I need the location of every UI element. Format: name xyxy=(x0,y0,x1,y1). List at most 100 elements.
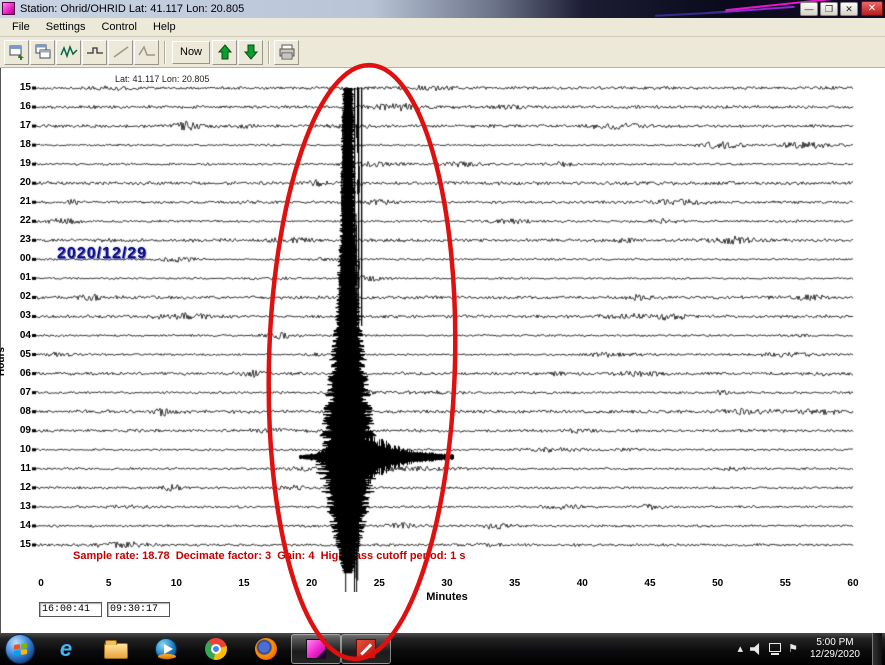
minute-tick-label: 0 xyxy=(27,578,55,589)
hour-label: 11 xyxy=(5,463,31,474)
start-time-field[interactable] xyxy=(39,602,102,617)
close-button[interactable]: ✕ xyxy=(840,2,858,16)
minute-tick-label: 50 xyxy=(704,578,732,589)
hour-label: 14 xyxy=(5,520,31,531)
windows-logo-icon xyxy=(14,643,27,656)
media-player-icon xyxy=(155,638,177,660)
folder-icon xyxy=(104,643,128,659)
system-tray: ▴ ⚑ 5:00 PM 12/29/2020 xyxy=(738,633,885,665)
desktop: Station: Ohrid/OHRID Lat: 41.117 Lon: 20… xyxy=(0,0,885,665)
taskbar-media-player[interactable] xyxy=(141,633,191,665)
minute-tick-label: 25 xyxy=(365,578,393,589)
minimize-button[interactable]: — xyxy=(800,2,818,16)
diagonal-trace-button[interactable] xyxy=(108,40,133,65)
scale-up-icon xyxy=(216,43,234,61)
network-icon[interactable] xyxy=(769,643,781,652)
hour-label: 13 xyxy=(5,501,31,512)
hour-label: 16 xyxy=(5,101,31,112)
taskbar-seismograph-app[interactable] xyxy=(291,634,341,664)
clock-date: 12/29/2020 xyxy=(810,649,860,661)
now-button[interactable]: Now xyxy=(172,41,210,64)
menu-settings[interactable]: Settings xyxy=(38,19,94,35)
action-center-flag-icon[interactable]: ⚑ xyxy=(788,643,798,655)
clock-time: 5:00 PM xyxy=(810,637,860,649)
hour-label: 03 xyxy=(5,310,31,321)
hour-label: 05 xyxy=(5,349,31,360)
peak-trace-icon xyxy=(138,43,156,61)
minute-tick-label: 60 xyxy=(839,578,867,589)
app-icon xyxy=(2,2,15,15)
waveform-icon xyxy=(60,43,78,61)
window-title: Station: Ohrid/OHRID Lat: 41.117 Lon: 20… xyxy=(20,3,244,15)
flat-trace-icon xyxy=(86,43,104,61)
app-window: Station: Ohrid/OHRID Lat: 41.117 Lon: 20… xyxy=(0,0,885,633)
hour-label: 09 xyxy=(5,425,31,436)
diagonal-trace-icon xyxy=(112,43,130,61)
hour-label: 12 xyxy=(5,482,31,493)
start-button[interactable] xyxy=(5,634,35,664)
desktop-streak xyxy=(655,11,725,17)
hour-label: 19 xyxy=(5,158,31,169)
hour-label: 15 xyxy=(5,82,31,93)
status-line: Sample rate: 18.78 Decimate factor: 3 Ga… xyxy=(73,550,465,562)
helicorder-plot: Lat: 41.117 Lon: 20.805 Hours 2020/12/29… xyxy=(0,68,885,633)
show-desktop-button[interactable] xyxy=(872,633,882,665)
scale-up-button[interactable] xyxy=(212,40,237,65)
flat-trace-button[interactable] xyxy=(82,40,107,65)
taskbar-file-explorer[interactable] xyxy=(91,633,141,665)
minute-tick-label: 30 xyxy=(433,578,461,589)
maximize-button[interactable]: ❐ xyxy=(820,2,838,16)
peak-trace-button[interactable] xyxy=(134,40,159,65)
seismograph-app-icon xyxy=(306,639,326,659)
new-view-button[interactable] xyxy=(4,40,29,65)
minute-tick-label: 55 xyxy=(771,578,799,589)
seismogram-canvas[interactable] xyxy=(1,80,885,592)
menu-control[interactable]: Control xyxy=(93,19,144,35)
hour-label: 02 xyxy=(5,291,31,302)
menu-file[interactable]: File xyxy=(4,19,38,35)
taskbar-internet-explorer[interactable]: e xyxy=(41,633,91,665)
taskbar: e ▴ ⚑ 5:00 PM 12/29/2020 xyxy=(0,633,885,665)
scale-down-icon xyxy=(242,43,260,61)
window-controls: — ❐ ✕ xyxy=(800,2,858,16)
outer-close-button[interactable]: ✕ xyxy=(861,1,883,16)
hour-label: 22 xyxy=(5,215,31,226)
clock[interactable]: 5:00 PM 12/29/2020 xyxy=(805,637,865,661)
volume-icon[interactable] xyxy=(750,643,762,655)
minutes-axis-label: Minutes xyxy=(414,591,480,603)
chrome-icon xyxy=(205,638,227,660)
minute-tick-label: 35 xyxy=(501,578,529,589)
hour-label: 04 xyxy=(5,330,31,341)
chevron-up-icon[interactable]: ▴ xyxy=(738,643,744,655)
toolbar-separator xyxy=(268,41,270,64)
internet-explorer-icon: e xyxy=(60,638,72,660)
hour-label: 23 xyxy=(5,234,31,245)
scale-down-button[interactable] xyxy=(238,40,263,65)
event-time-field[interactable] xyxy=(107,602,170,617)
taskbar-firefox[interactable] xyxy=(241,633,291,665)
hour-label: 17 xyxy=(5,120,31,131)
hour-label: 10 xyxy=(5,444,31,455)
minute-tick-label: 20 xyxy=(298,578,326,589)
minute-tick-label: 15 xyxy=(230,578,258,589)
minute-tick-label: 10 xyxy=(162,578,190,589)
title-bar: Station: Ohrid/OHRID Lat: 41.117 Lon: 20… xyxy=(0,0,885,18)
capture-tool-icon xyxy=(356,639,376,659)
print-button[interactable] xyxy=(274,40,299,65)
taskbar-capture-tool[interactable] xyxy=(341,634,391,664)
taskbar-chrome[interactable] xyxy=(191,633,241,665)
hour-label: 21 xyxy=(5,196,31,207)
hour-label: 06 xyxy=(5,368,31,379)
menu-help[interactable]: Help xyxy=(145,19,184,35)
duplicate-view-button[interactable] xyxy=(30,40,55,65)
print-icon xyxy=(278,43,296,61)
duplicate-view-icon xyxy=(34,43,52,61)
waveform-view-button[interactable] xyxy=(56,40,81,65)
hour-label: 15 xyxy=(5,539,31,550)
toolbar-separator xyxy=(164,41,166,64)
minute-tick-label: 40 xyxy=(568,578,596,589)
hour-label: 07 xyxy=(5,387,31,398)
menu-bar: File Settings Control Help xyxy=(0,18,885,37)
plot-coordinates-label: Lat: 41.117 Lon: 20.805 xyxy=(115,74,209,84)
date-annotation: 2020/12/29 xyxy=(57,245,147,263)
